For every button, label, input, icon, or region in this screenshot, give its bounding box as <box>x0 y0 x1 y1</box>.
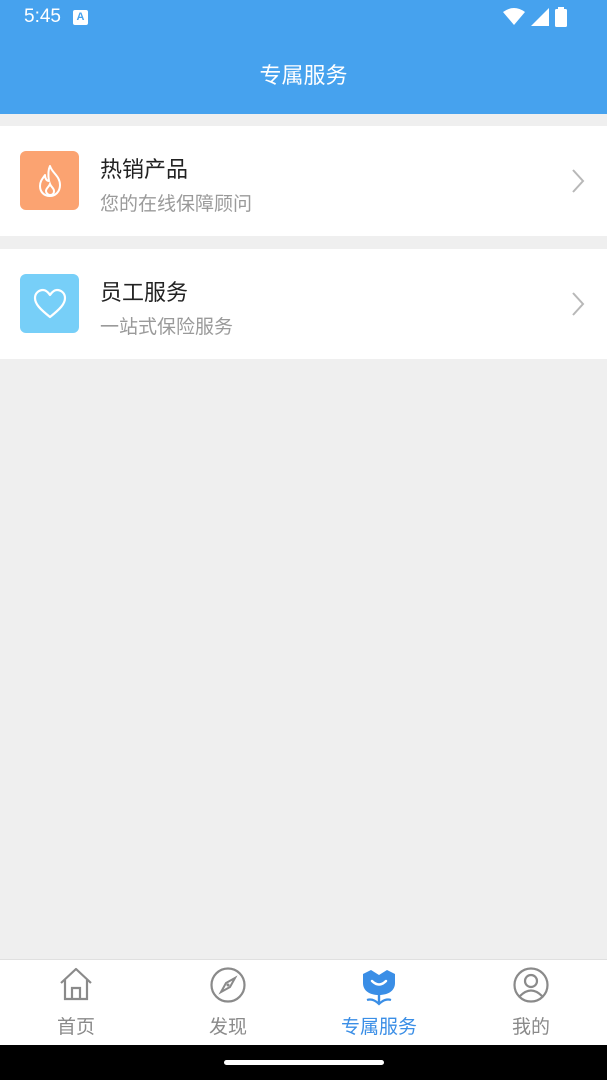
tab-label: 我的 <box>511 1016 550 1038</box>
card-employee-service[interactable]: 员工服务 一站式保险服务 <box>0 249 607 359</box>
flame-icon <box>38 164 61 197</box>
battery-icon <box>555 7 567 27</box>
card-icon-container <box>20 151 79 210</box>
chevron-right-icon <box>572 292 585 316</box>
status-bar: 5:45 A <box>0 0 607 34</box>
service-flower-icon <box>363 970 395 1006</box>
notification-a-icon: A <box>73 10 88 25</box>
card-title: 热销产品 <box>100 158 189 183</box>
app-bar: 专属服务 <box>0 34 607 114</box>
tab-label: 首页 <box>56 1016 95 1038</box>
status-time: 5:45 <box>24 6 61 27</box>
tab-discover[interactable]: 发现 <box>152 960 304 1046</box>
card-subtitle: 一站式保险服务 <box>100 316 234 338</box>
system-gesture-bar <box>0 1045 607 1080</box>
user-icon <box>513 967 549 1003</box>
card-subtitle: 您的在线保障顾问 <box>100 193 253 215</box>
card-title: 员工服务 <box>100 281 189 306</box>
heart-icon <box>33 288 66 318</box>
tab-exclusive-service[interactable]: 专属服务 <box>303 960 455 1046</box>
home-icon <box>60 967 92 1001</box>
tab-label: 发现 <box>208 1016 247 1038</box>
home-gesture-handle[interactable] <box>224 1060 384 1065</box>
status-icons <box>503 7 567 27</box>
compass-icon <box>210 967 246 1003</box>
cellular-signal-icon <box>531 8 549 26</box>
tab-mine[interactable]: 我的 <box>455 960 607 1046</box>
card-hot-products[interactable]: 热销产品 您的在线保障顾问 <box>0 126 607 236</box>
chevron-right-icon <box>572 169 585 193</box>
page-title: 专属服务 <box>259 64 348 89</box>
tab-label: 专属服务 <box>340 1016 417 1038</box>
wifi-icon <box>503 8 525 25</box>
card-icon-container <box>20 274 79 333</box>
tab-home[interactable]: 首页 <box>0 960 152 1046</box>
bottom-nav: 首页 发现 专属服务 我的 <box>0 959 607 1046</box>
